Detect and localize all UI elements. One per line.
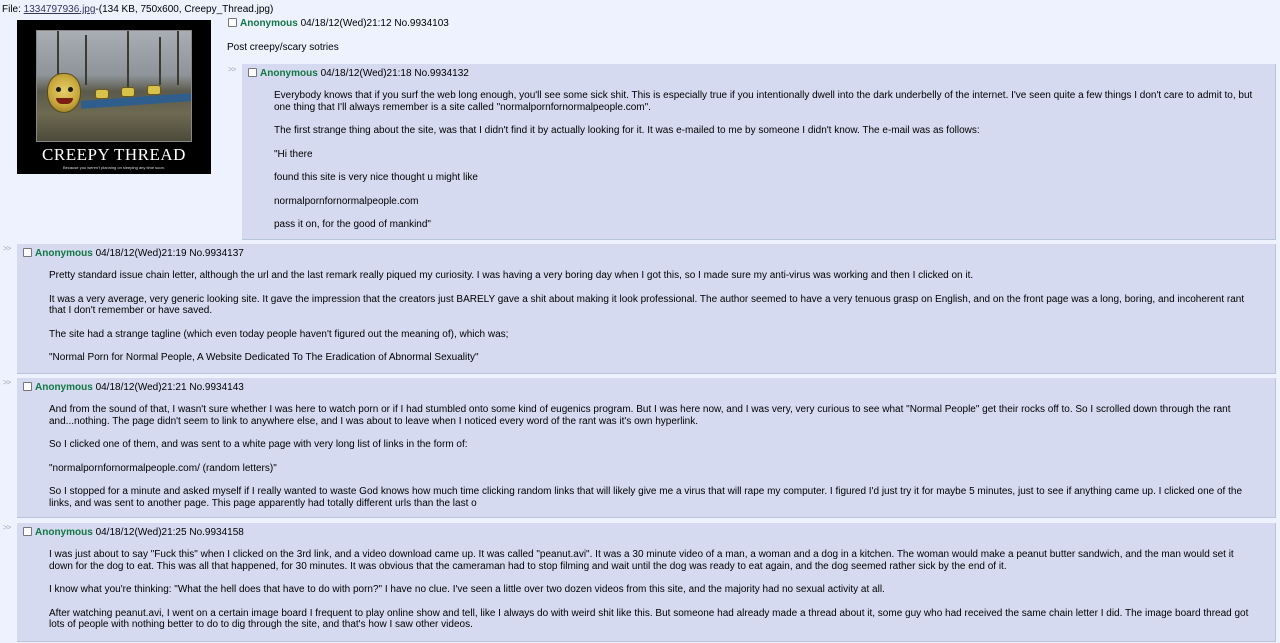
post-datetime: 04/18/12(Wed)21:12: [300, 18, 392, 29]
post-body: I was just about to say "Fuck this" when…: [49, 549, 1255, 643]
post-paragraph: Everybody knows that if you surf the web…: [274, 90, 1253, 113]
post-paragraph: pass it on, for the good of mankind": [274, 219, 431, 230]
op-checkbox[interactable]: [228, 18, 237, 27]
poster-name: Anonymous: [240, 18, 298, 29]
op-comment: Post creepy/scary sotries: [227, 42, 339, 53]
file-label: File:: [2, 4, 24, 15]
op-header: Anonymous 04/18/12(Wed)21:12 No.9934103: [228, 18, 449, 29]
post-paragraph: "normalpornfornormalpeople.com/ (random …: [49, 462, 277, 474]
reply-arrows: >>: [3, 378, 11, 387]
reply-post: Anonymous 04/18/12(Wed)21:18 No.9934132 …: [242, 64, 1276, 240]
post-paragraph: "Normal Porn for Normal People, A Websit…: [49, 352, 479, 363]
post-paragraph: normalpornfornormalpeople.com: [274, 195, 419, 207]
poster-name: Anonymous: [35, 382, 93, 393]
post-number[interactable]: No.9934132: [414, 68, 469, 79]
reply-post: Anonymous 04/18/12(Wed)21:25 No.9934158 …: [17, 523, 1276, 642]
poster-name: Anonymous: [260, 68, 318, 79]
post-body: And from the sound of that, I wasn't sur…: [49, 404, 1255, 521]
poster-name: Anonymous: [35, 248, 93, 259]
post-checkbox[interactable]: [248, 68, 257, 77]
post-paragraph: It was a very average, very generic look…: [49, 293, 1245, 317]
post-header: Anonymous 04/18/12(Wed)21:25 No.9934158: [23, 527, 244, 538]
reply-arrows: >>: [3, 523, 11, 532]
reply-arrows: >>: [3, 244, 11, 253]
thumbnail-caption: CREEPY THREAD: [42, 145, 186, 164]
thumbnail-subcaption: Because you weren't planning on sleeping…: [63, 165, 165, 170]
post-datetime: 04/18/12(Wed)21:21: [95, 382, 187, 393]
post-paragraph: After watching peanut.avi, I went on a c…: [49, 607, 1249, 631]
post-body: Pretty standard issue chain letter, alth…: [49, 270, 1255, 376]
post-body: Everybody knows that if you surf the web…: [274, 90, 1255, 243]
post-header: Anonymous 04/18/12(Wed)21:19 No.9934137: [23, 248, 244, 259]
post-number[interactable]: No.9934158: [189, 527, 244, 538]
creepy-face: [47, 73, 81, 113]
thread-thumbnail[interactable]: CREEPY THREAD Because you weren't planni…: [17, 20, 211, 174]
post-number[interactable]: No.9934143: [189, 382, 244, 393]
reply-arrows: >>: [228, 65, 236, 74]
file-meta: -(134 KB, 750x600, Creepy_Thread.jpg): [95, 4, 274, 15]
file-link[interactable]: 1334797936.jpg: [24, 4, 96, 15]
post-datetime: 04/18/12(Wed)21:19: [95, 248, 187, 259]
post-checkbox[interactable]: [23, 527, 32, 536]
post-paragraph: found this site is very nice thought u m…: [274, 172, 478, 183]
post-number[interactable]: No.9934103: [394, 18, 449, 29]
post-paragraph: So I stopped for a minute and asked myse…: [49, 486, 1243, 509]
reply-post: Anonymous 04/18/12(Wed)21:21 No.9934143 …: [17, 378, 1276, 518]
post-paragraph: Pretty standard issue chain letter, alth…: [49, 270, 974, 281]
post-paragraph: So I clicked one of them, and was sent t…: [49, 439, 468, 450]
post-paragraph: And from the sound of that, I wasn't sur…: [49, 404, 1231, 427]
thumbnail-photo: [36, 30, 192, 142]
post-paragraph: The site had a strange tagline (which ev…: [49, 328, 509, 340]
post-paragraph: I was just about to say "Fuck this" when…: [49, 549, 1234, 572]
poster-name: Anonymous: [35, 527, 93, 538]
post-paragraph: "Hi there: [274, 148, 313, 160]
file-info: File: 1334797936.jpg-(134 KB, 750x600, C…: [2, 4, 273, 15]
post-header: Anonymous 04/18/12(Wed)21:18 No.9934132: [248, 68, 469, 79]
post-paragraph: I know what you're thinking: "What the h…: [49, 584, 885, 595]
post-number[interactable]: No.9934137: [189, 248, 244, 259]
post-datetime: 04/18/12(Wed)21:18: [320, 68, 412, 79]
post-checkbox[interactable]: [23, 248, 32, 257]
reply-post: Anonymous 04/18/12(Wed)21:19 No.9934137 …: [17, 244, 1276, 374]
post-datetime: 04/18/12(Wed)21:25: [95, 527, 187, 538]
post-paragraph: The first strange thing about the site, …: [274, 125, 980, 136]
post-checkbox[interactable]: [23, 382, 32, 391]
post-header: Anonymous 04/18/12(Wed)21:21 No.9934143: [23, 382, 244, 393]
